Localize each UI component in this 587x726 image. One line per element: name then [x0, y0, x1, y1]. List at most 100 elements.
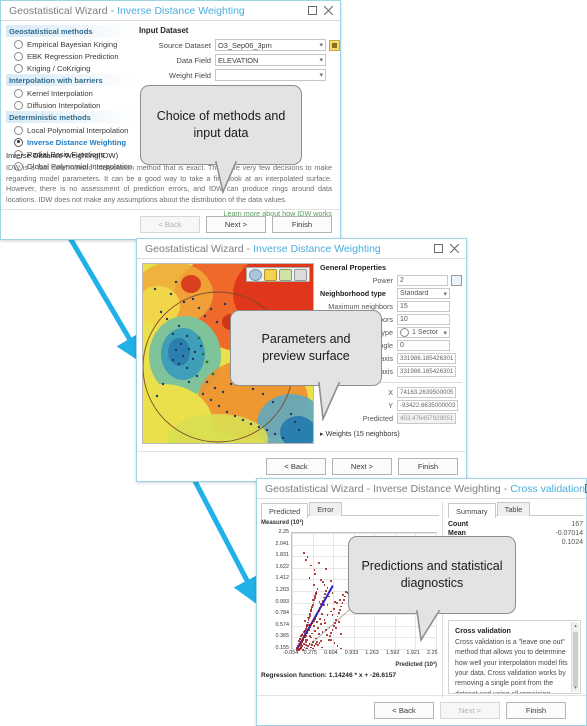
- data-point: [317, 633, 320, 636]
- window3-title: Geostatistical Wizard: [265, 482, 364, 495]
- back-button[interactable]: < Back: [266, 458, 326, 475]
- y-input[interactable]: -93422.6635000003: [397, 400, 459, 411]
- radio-icon: [14, 88, 23, 98]
- scroll-up-icon[interactable]: ▴: [572, 622, 579, 630]
- method-local-polynomial-interpolation[interactable]: Local Polynomial Interpolation: [6, 124, 134, 136]
- window1-button-bar: < Back Next > Finish: [1, 209, 340, 239]
- finish-button[interactable]: Finish: [398, 458, 458, 475]
- scroll-down-icon[interactable]: ▾: [572, 684, 579, 692]
- next-button[interactable]: Next >: [440, 702, 500, 719]
- chevron-down-icon[interactable]: ▾: [441, 290, 447, 298]
- help-scrollbar[interactable]: ▴ ▾: [571, 622, 579, 692]
- method-inverse-distance-weighting[interactable]: Inverse Distance Weighting: [6, 136, 134, 148]
- weight-field-input[interactable]: ▾: [215, 69, 326, 81]
- chevron-down-icon[interactable]: ▾: [317, 71, 323, 79]
- chevron-down-icon[interactable]: ▾: [317, 56, 323, 64]
- x-axis-title: Predicted (10³): [395, 662, 437, 668]
- data-point: [321, 613, 323, 616]
- y-tick-label: 0.574: [275, 621, 290, 628]
- method-label: Inverse Distance Weighting: [27, 137, 127, 147]
- data-point: [315, 592, 317, 595]
- neighborhood-type-select[interactable]: Standard ▾: [397, 288, 450, 299]
- back-button[interactable]: < Back: [374, 702, 434, 719]
- restore-icon[interactable]: [304, 4, 320, 18]
- finish-button[interactable]: Finish: [272, 216, 332, 233]
- input-dataset-title: Input Dataset: [139, 26, 189, 35]
- restore-icon[interactable]: [430, 242, 446, 256]
- close-icon[interactable]: [446, 242, 462, 256]
- data-point: [296, 644, 299, 647]
- minimum-neighbors-input[interactable]: 10: [397, 314, 450, 325]
- tab-predicted[interactable]: Predicted: [261, 503, 309, 518]
- chart-tabs[interactable]: Predicted Error: [261, 502, 439, 518]
- major-semiaxis-input[interactable]: 331986.185426301: [397, 353, 457, 364]
- next-button[interactable]: Next >: [206, 216, 266, 233]
- sector-type-select[interactable]: 1 Sector ▾: [397, 327, 450, 338]
- map-toolbar[interactable]: [246, 267, 310, 282]
- weights-expander[interactable]: ▸ Weights (15 neighbors): [320, 429, 462, 438]
- window1-titlebar: Geostatistical Wizard - Inverse Distance…: [1, 1, 340, 21]
- method-label: Local Polynomial Interpolation: [27, 125, 129, 135]
- browse-dataset-icon[interactable]: [329, 39, 340, 51]
- callout-diagnostics: Predictions and statistical diagnostics: [348, 536, 516, 614]
- layers-icon[interactable]: [264, 268, 277, 281]
- source-dataset-input[interactable]: O3_Sep06_3pm ▾: [215, 39, 326, 51]
- tab-table[interactable]: Table: [496, 502, 531, 516]
- angle-input[interactable]: 0: [397, 340, 450, 351]
- radio-icon-selected: [14, 137, 23, 147]
- power-input[interactable]: 2: [397, 275, 448, 286]
- tab-summary[interactable]: Summary: [448, 503, 496, 518]
- data-point: [342, 598, 345, 601]
- chevron-down-icon[interactable]: ▾: [317, 41, 323, 49]
- back-button[interactable]: < Back: [140, 216, 200, 233]
- arrow-1: [57, 219, 145, 365]
- window1-title: Geostatistical Wizard: [9, 4, 108, 17]
- predicted-value: 453.476457929051: [400, 415, 454, 422]
- y-axis-title: Measured (10³): [261, 520, 304, 526]
- data-point: [303, 634, 305, 637]
- close-icon[interactable]: [320, 4, 336, 18]
- method-ebk-regression-prediction[interactable]: EBK Regression Prediction: [6, 50, 134, 62]
- optimize-power-icon[interactable]: [451, 275, 462, 286]
- x-tick-label: 0.275: [303, 650, 318, 656]
- minor-semiaxis-input[interactable]: 331986.185426301: [397, 366, 457, 377]
- data-point: [336, 602, 338, 604]
- data-field-label: Data Field: [176, 55, 211, 65]
- points-icon[interactable]: [279, 268, 292, 281]
- radio-icon: [14, 39, 23, 49]
- method-label: Diffusion Interpolation: [27, 100, 101, 110]
- summary-tabs[interactable]: Summary Table: [448, 502, 583, 518]
- method-diffusion-interpolation[interactable]: Diffusion Interpolation: [6, 99, 134, 111]
- data-point: [296, 647, 299, 649]
- data-point: [311, 603, 314, 606]
- data-field-input[interactable]: ELEVATION ▾: [215, 54, 326, 66]
- y-tick-label: 2.25: [278, 529, 290, 535]
- data-point: [301, 639, 304, 642]
- power-value: 2: [400, 277, 404, 284]
- globe-icon[interactable]: [249, 268, 262, 281]
- finish-button[interactable]: Finish: [506, 702, 566, 719]
- minimum-neighbors-value: 10: [400, 316, 408, 323]
- summary-row: Count 167: [448, 521, 583, 528]
- data-point: [339, 608, 341, 611]
- weight-field-row: Weight Field ▾: [139, 69, 340, 81]
- data-point: [324, 622, 326, 624]
- data-point: [306, 623, 309, 626]
- general-properties-header: General Properties: [320, 263, 387, 272]
- method-kernel-interpolation[interactable]: Kernel Interpolation: [6, 87, 134, 99]
- data-point: [312, 619, 315, 622]
- x-input[interactable]: 74163.2639500005: [397, 387, 457, 398]
- radio-icon: [14, 125, 23, 135]
- minor-semiaxis-value: 331986.185426301: [400, 368, 454, 375]
- chevron-down-icon[interactable]: ▾: [441, 329, 447, 337]
- method-kriging-cokriging[interactable]: Kriging / CoKriging: [6, 62, 134, 74]
- next-button[interactable]: Next >: [332, 458, 392, 475]
- grid-icon[interactable]: [294, 268, 307, 281]
- scroll-thumb[interactable]: [573, 632, 578, 687]
- data-point: [327, 638, 330, 641]
- y-tick-label: 1.203: [275, 587, 290, 593]
- maximum-neighbors-input[interactable]: 15: [397, 301, 450, 312]
- tab-error[interactable]: Error: [309, 502, 342, 516]
- method-empirical-bayesian-kriging[interactable]: Empirical Bayesian Kriging: [6, 38, 134, 50]
- summary-value: -0.07014: [555, 530, 583, 537]
